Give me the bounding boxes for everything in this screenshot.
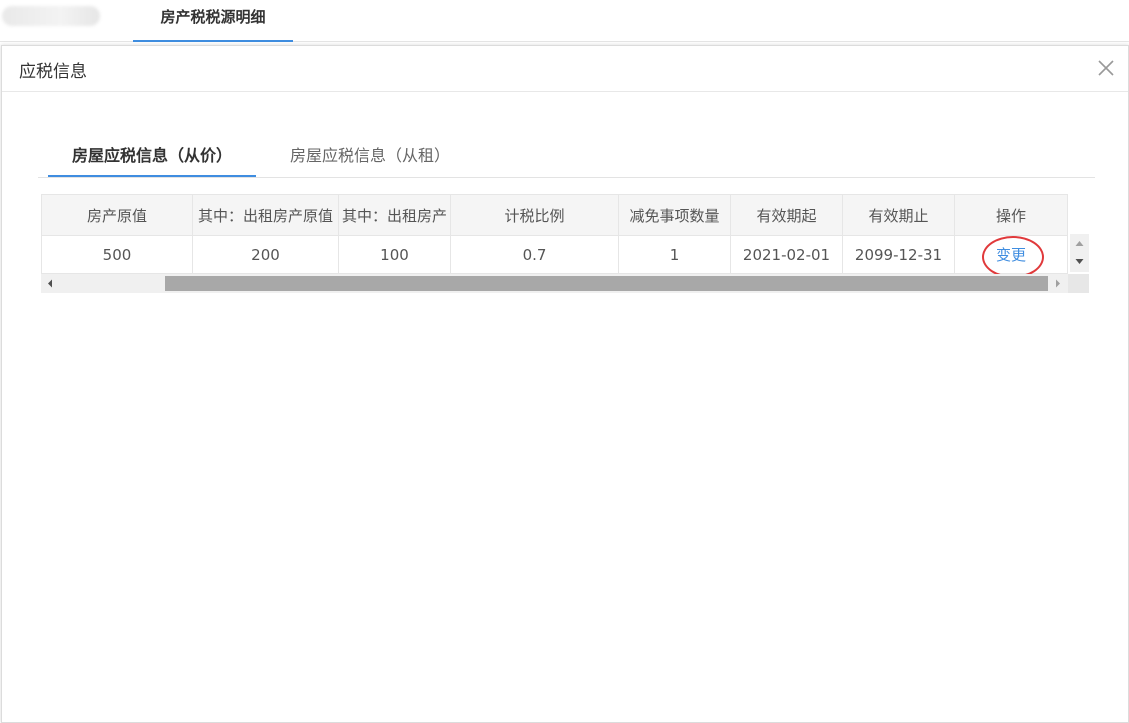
triangle-left-icon — [48, 279, 52, 288]
header-valid-to: 有效期止 — [842, 194, 955, 236]
table-row: 500 200 100 0.7 1 2021-02-01 2099-12-31 … — [41, 235, 1068, 274]
cell-original-value: 500 — [41, 235, 193, 274]
header-original-value: 房产原值 — [41, 194, 193, 236]
tab-value-based[interactable]: 房屋应税信息（从价） — [48, 131, 256, 177]
scrollbar-corner — [1068, 274, 1089, 293]
table-header-row: 房产原值 其中：出租房产原值 其中：出租房产 计税比例 减免事项数量 有效期起 … — [41, 194, 1068, 236]
horizontal-scroll-thumb[interactable] — [165, 276, 1048, 291]
scroll-up-button[interactable] — [1070, 235, 1089, 252]
modal-header: 应税信息 — [2, 46, 1128, 92]
scroll-right-button[interactable] — [1048, 274, 1066, 293]
modal-title: 应税信息 — [19, 62, 87, 82]
close-icon — [1098, 60, 1114, 76]
cell-rented-original-value: 200 — [192, 235, 339, 274]
top-tab-bar: 房产税税源明细 — [0, 0, 1129, 42]
header-valid-from: 有效期起 — [730, 194, 843, 236]
triangle-right-icon — [1056, 279, 1060, 288]
change-button[interactable]: 变更 — [996, 246, 1026, 264]
triangle-up-icon — [1075, 241, 1084, 246]
tax-info-table-wrapper: 房产原值 其中：出租房产原值 其中：出租房产 计税比例 减免事项数量 有效期起 … — [41, 194, 1089, 295]
cell-rented-property: 100 — [338, 235, 451, 274]
header-action: 操作 — [954, 194, 1068, 236]
header-tax-ratio: 计税比例 — [450, 194, 619, 236]
close-button[interactable] — [1096, 58, 1116, 78]
inner-tabs: 房屋应税信息（从价） 房屋应税信息（从租） — [38, 131, 1095, 178]
header-rented-property: 其中：出租房产 — [338, 194, 451, 236]
scroll-left-button[interactable] — [41, 274, 59, 293]
cell-valid-to: 2099-12-31 — [842, 235, 955, 274]
tab-rent-based[interactable]: 房屋应税信息（从租） — [270, 131, 470, 175]
header-rented-original-value: 其中：出租房产原值 — [192, 194, 339, 236]
tax-info-modal: 应税信息 房屋应税信息（从价） 房屋应税信息（从租） 房产原值 其中：出租房产原… — [1, 45, 1129, 723]
blurred-tab[interactable] — [2, 6, 100, 26]
cell-exemption-count: 1 — [618, 235, 731, 274]
header-exemption-count: 减免事项数量 — [618, 194, 731, 236]
tab-label: 房屋应税信息（从价） — [71, 146, 232, 165]
horizontal-scrollbar[interactable] — [41, 274, 1089, 293]
tab-label: 房屋应税信息（从租） — [289, 146, 450, 165]
cell-tax-ratio: 0.7 — [450, 235, 619, 274]
vertical-scrollbar[interactable] — [1070, 234, 1089, 272]
page: 房产税税源明细 应税信息 房屋应税信息（从价） 房屋应税信息（从租） 房产原值 … — [0, 0, 1129, 723]
scroll-down-button[interactable] — [1070, 253, 1089, 270]
tab-property-tax-source-detail[interactable]: 房产税税源明细 — [133, 0, 293, 42]
tax-info-table: 房产原值 其中：出租房产原值 其中：出租房产 计税比例 减免事项数量 有效期起 … — [41, 194, 1068, 274]
top-tab-label: 房产税税源明细 — [160, 8, 266, 26]
cell-action: 变更 — [954, 235, 1068, 274]
triangle-down-icon — [1075, 259, 1084, 264]
cell-valid-from: 2021-02-01 — [730, 235, 843, 274]
